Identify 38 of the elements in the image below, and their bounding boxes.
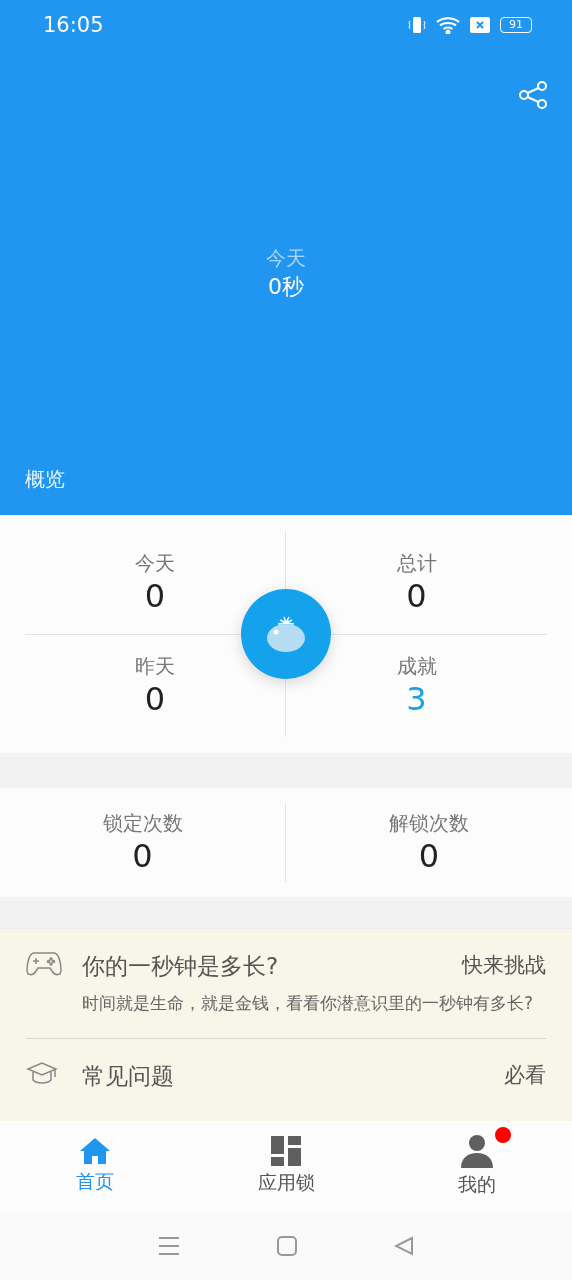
menu-icon[interactable] <box>158 1235 181 1256</box>
tomato-icon <box>266 615 306 653</box>
stat-value: 0 <box>406 576 427 615</box>
share-icon[interactable] <box>518 80 548 110</box>
stat-value: 0 <box>144 680 166 719</box>
graduation-cap-icon <box>26 1061 58 1087</box>
stat-label: 锁定次数 <box>102 810 183 837</box>
wifi-icon <box>436 16 460 34</box>
tab[interactable]: 我的 <box>381 1121 572 1211</box>
status-time: 16:05 <box>43 13 105 37</box>
stat-label: 总计 <box>396 549 437 577</box>
stat-value: 0 <box>418 837 440 875</box>
chart-label: 今天 <box>266 244 306 272</box>
stat-label: 成就 <box>396 653 437 681</box>
card-action-link[interactable]: 必看 <box>504 1061 546 1092</box>
grid-icon <box>271 1136 301 1166</box>
home-icon <box>79 1137 112 1165</box>
person-icon <box>459 1134 494 1168</box>
tab[interactable]: 应用锁 <box>190 1121 382 1211</box>
vibrate-icon <box>408 16 426 34</box>
back-icon[interactable] <box>393 1235 414 1256</box>
stat-label: 昨天 <box>135 653 175 681</box>
home-button-icon[interactable] <box>277 1235 297 1256</box>
section-title: 概览 <box>24 466 66 493</box>
card-description: 时间就是生命，就是金钱，看看你潜意识里的一秒钟有多长? <box>82 992 535 1015</box>
stat-value: 0 <box>132 837 153 875</box>
battery-icon: 91 <box>500 17 532 33</box>
card-title[interactable]: 常见问题 <box>82 1061 504 1092</box>
tomato-button[interactable] <box>241 589 331 679</box>
card-action-link[interactable]: 快来挑战 <box>462 951 546 982</box>
gamepad-icon <box>26 951 62 977</box>
stat-label: 解锁次数 <box>389 810 469 837</box>
stat-value: 0 <box>144 576 166 615</box>
stat-value: 3 <box>406 680 427 719</box>
sim-icon <box>470 17 490 33</box>
chart-value: 0秒 <box>268 272 304 301</box>
stat-label: 今天 <box>135 549 175 577</box>
card-title[interactable]: 你的一秒钟是多长? <box>82 951 462 982</box>
